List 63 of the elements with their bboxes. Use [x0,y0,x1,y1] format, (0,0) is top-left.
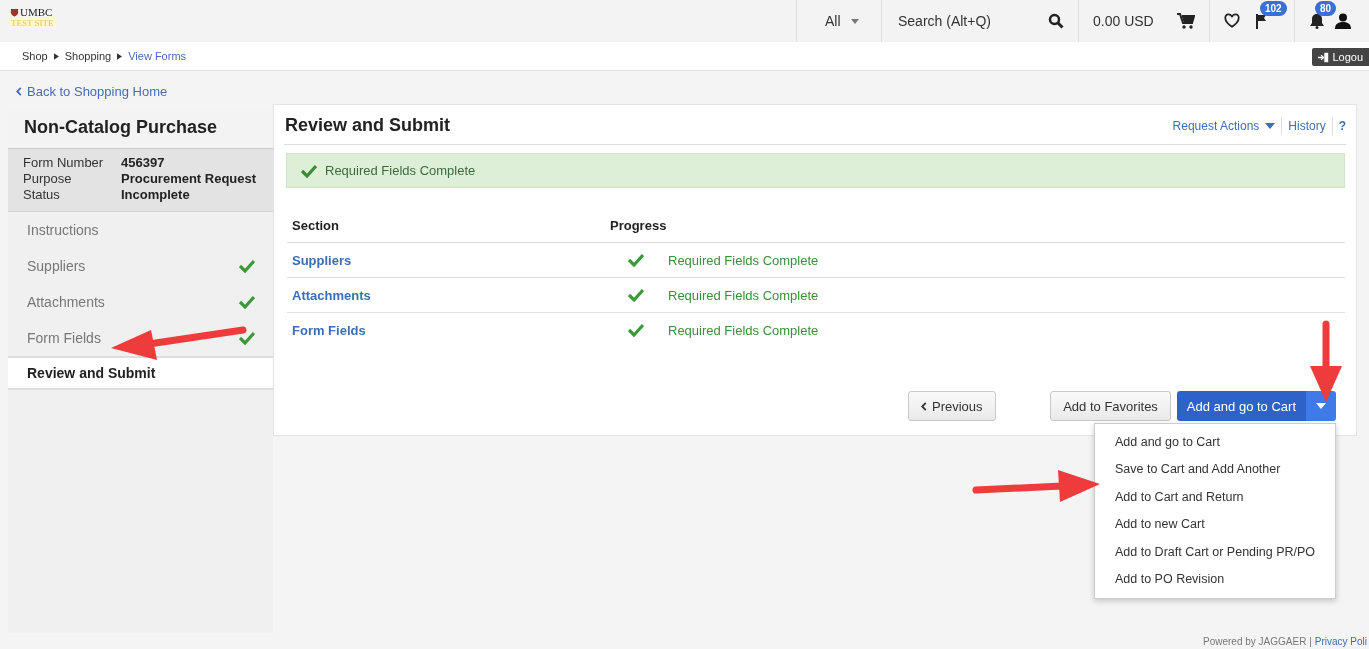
chevron-icon [53,52,59,60]
info-value: Procurement Request [121,171,257,187]
info-label: Form Number [23,155,105,171]
menu-item[interactable]: Add and go to Cart [1095,429,1335,457]
user-icon[interactable] [1335,13,1351,29]
shield-icon [10,7,19,17]
menu-item[interactable]: Add to new Cart [1095,511,1335,539]
breadcrumb-link[interactable]: Shop [22,50,48,62]
privacy-link[interactable]: Privacy Poli [1314,635,1367,648]
menu-item[interactable]: Save to Cart and Add Another [1095,456,1335,484]
caret-icon [1265,122,1276,129]
search-field[interactable]: Search (Alt+Q) [896,12,1030,30]
check-icon [239,331,255,345]
footer-text: Powered by JAGGAER | [1203,635,1312,648]
section-link[interactable]: Attachments [287,287,610,303]
progress-status: Required Fields Complete [668,287,819,303]
logout-button[interactable]: Logou [1312,48,1369,66]
header-action-link[interactable]: Request Actions [1172,118,1260,133]
breadcrumb-link[interactable]: Shopping [64,50,112,62]
check-icon [301,163,317,178]
progress-status: Required Fields Complete [668,322,819,338]
column-header: Progress [610,217,667,233]
cart-icon[interactable] [1177,13,1195,29]
sidebar-item[interactable]: Instructions [8,212,273,248]
menu-item[interactable]: Add to Cart and Return [1095,483,1335,512]
info-value: Incomplete [121,187,190,203]
check-icon [239,295,255,309]
info-label: Purpose [23,171,73,187]
caret-icon [850,18,859,24]
info-value: 456397 [121,155,165,171]
header-action-link[interactable]: ? [1338,118,1346,133]
section-link[interactable]: Suppliers [287,252,610,268]
panel-title: Review and Submit [285,115,451,136]
flag-count-badge: 102 [1260,1,1287,16]
breadcrumb-link[interactable]: View Forms [128,50,187,62]
alert-message: Required Fields Complete [325,163,476,178]
chevron-icon [117,52,123,60]
search-icon[interactable] [1048,13,1064,29]
section-link[interactable]: Form Fields [287,322,610,338]
chevron-left-icon [16,87,22,96]
sidebar-item[interactable]: Form Fields [8,320,273,356]
add-to-cart-button[interactable]: Add and go to Cart [1176,391,1306,421]
cart-total[interactable]: 0.00 USD [1093,13,1154,29]
logout-icon [1318,51,1330,63]
sidebar-item[interactable]: Review and Submit [8,356,273,390]
chevron-left-icon [921,401,927,411]
header-action-link[interactable]: History [1288,118,1326,133]
favorites-button[interactable]: Add to Favorites [1050,391,1171,421]
bell-icon[interactable] [1309,13,1325,29]
dropdown-toggle[interactable] [1306,391,1336,421]
menu-item[interactable]: Add to PO Revision [1095,565,1335,594]
notification-count-badge: 80 [1315,1,1337,16]
heart-icon[interactable] [1224,13,1240,29]
progress-status: Required Fields Complete [668,252,819,268]
sidebar-item[interactable]: Suppliers [8,248,273,284]
umbc-logo[interactable]: UMBC TEST SITE [0,0,55,42]
check-icon [239,259,255,273]
menu-item[interactable]: Add to Draft Cart or Pending PR/PO [1095,538,1335,566]
previous-button[interactable]: Previous [908,391,996,421]
info-label: Status [23,187,61,203]
column-header: Section [291,217,340,233]
back-link[interactable]: Back to Shopping Home [8,71,273,109]
sidebar-item[interactable]: Attachments [8,284,273,320]
